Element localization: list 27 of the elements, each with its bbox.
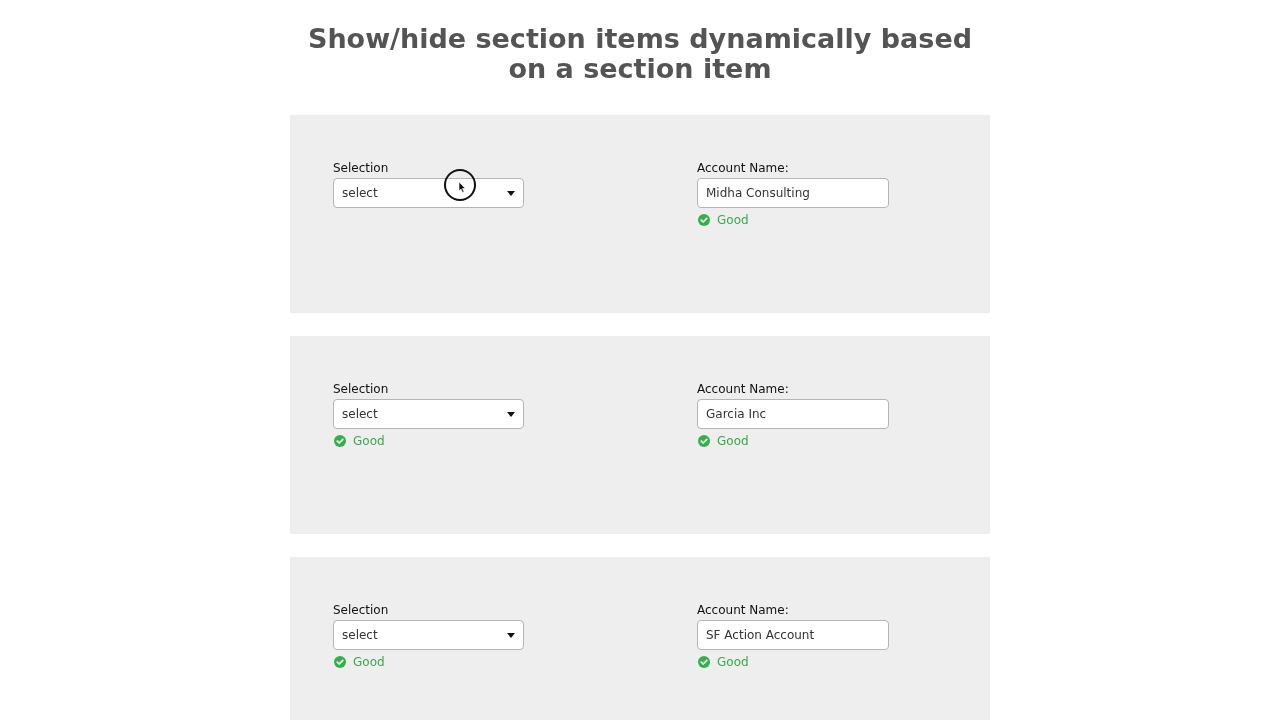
selection-dropdown[interactable]: select [333,178,524,208]
selection-dropdown[interactable]: select [333,620,524,650]
field-label: Selection [333,161,389,176]
validation-message: Good [717,213,749,227]
check-circle-icon [698,435,710,447]
check-circle-icon [334,656,346,668]
page-title: Show/hide section items dynamically based on a section item [306,24,974,84]
field-label: Selection [333,603,389,618]
field-label: Selection [333,382,389,397]
field-label: Account Name: [697,382,789,397]
validation-message: Good [353,655,385,669]
validation-message: Good [717,434,749,448]
check-circle-icon [334,435,346,447]
check-circle-icon [698,656,710,668]
account-name-field[interactable]: Midha Consulting [697,178,889,208]
account-name-field[interactable]: Garcia Inc [697,399,889,429]
validation-message: Good [353,434,385,448]
field-label: Account Name: [697,603,789,618]
field-label: Account Name: [697,161,789,176]
caret-icon [507,190,515,196]
caret-icon [507,632,515,638]
cursor-icon [443,168,477,202]
caret-icon [507,411,515,417]
validation-message: Good [717,655,749,669]
selection-dropdown[interactable]: select [333,399,524,429]
account-name-field[interactable]: SF Action Account [697,620,889,650]
check-circle-icon [698,214,710,226]
